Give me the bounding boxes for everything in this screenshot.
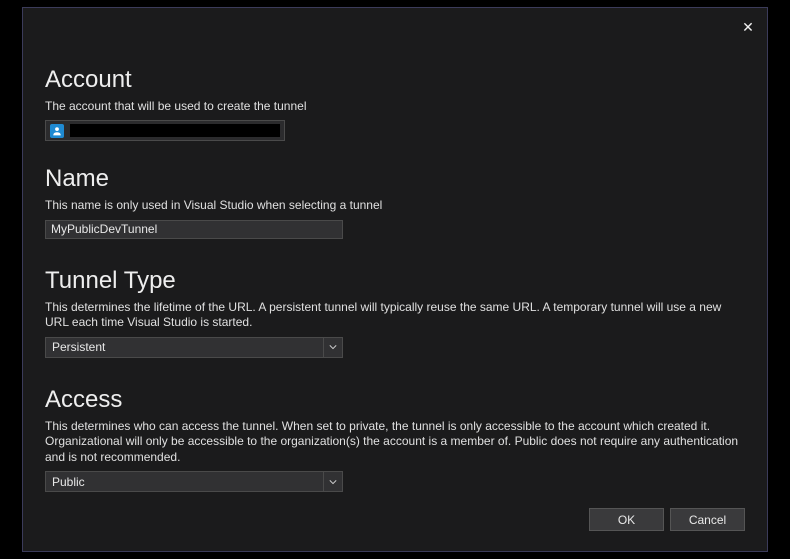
chevron-down-icon xyxy=(323,472,342,491)
section-access: Access This determines who can access th… xyxy=(45,386,745,493)
tunnel-type-value: Persistent xyxy=(52,340,105,354)
name-title: Name xyxy=(45,165,745,194)
account-icon xyxy=(50,124,64,138)
access-desc: This determines who can access the tunne… xyxy=(45,419,745,466)
close-button[interactable]: ✕ xyxy=(735,14,761,40)
section-name: Name This name is only used in Visual St… xyxy=(45,165,745,238)
tunnel-type-desc: This determines the lifetime of the URL.… xyxy=(45,300,745,331)
account-selector[interactable] xyxy=(45,120,285,141)
close-icon: ✕ xyxy=(742,19,754,35)
name-input[interactable] xyxy=(45,220,343,239)
access-value: Public xyxy=(52,475,85,489)
chevron-down-icon xyxy=(323,338,342,357)
create-tunnel-dialog: ✕ Account The account that will be used … xyxy=(22,7,768,552)
tunnel-type-title: Tunnel Type xyxy=(45,267,745,296)
account-desc: The account that will be used to create … xyxy=(45,99,745,115)
ok-button[interactable]: OK xyxy=(589,508,664,531)
section-tunnel-type: Tunnel Type This determines the lifetime… xyxy=(45,267,745,358)
tunnel-type-dropdown[interactable]: Persistent xyxy=(45,337,343,358)
dialog-content: Account The account that will be used to… xyxy=(45,66,745,520)
access-title: Access xyxy=(45,386,745,415)
dialog-footer: OK Cancel xyxy=(589,508,745,531)
section-account: Account The account that will be used to… xyxy=(45,66,745,141)
access-dropdown[interactable]: Public xyxy=(45,471,343,492)
account-title: Account xyxy=(45,66,745,95)
account-value-redacted xyxy=(70,124,280,137)
cancel-button[interactable]: Cancel xyxy=(670,508,745,531)
name-desc: This name is only used in Visual Studio … xyxy=(45,198,745,214)
